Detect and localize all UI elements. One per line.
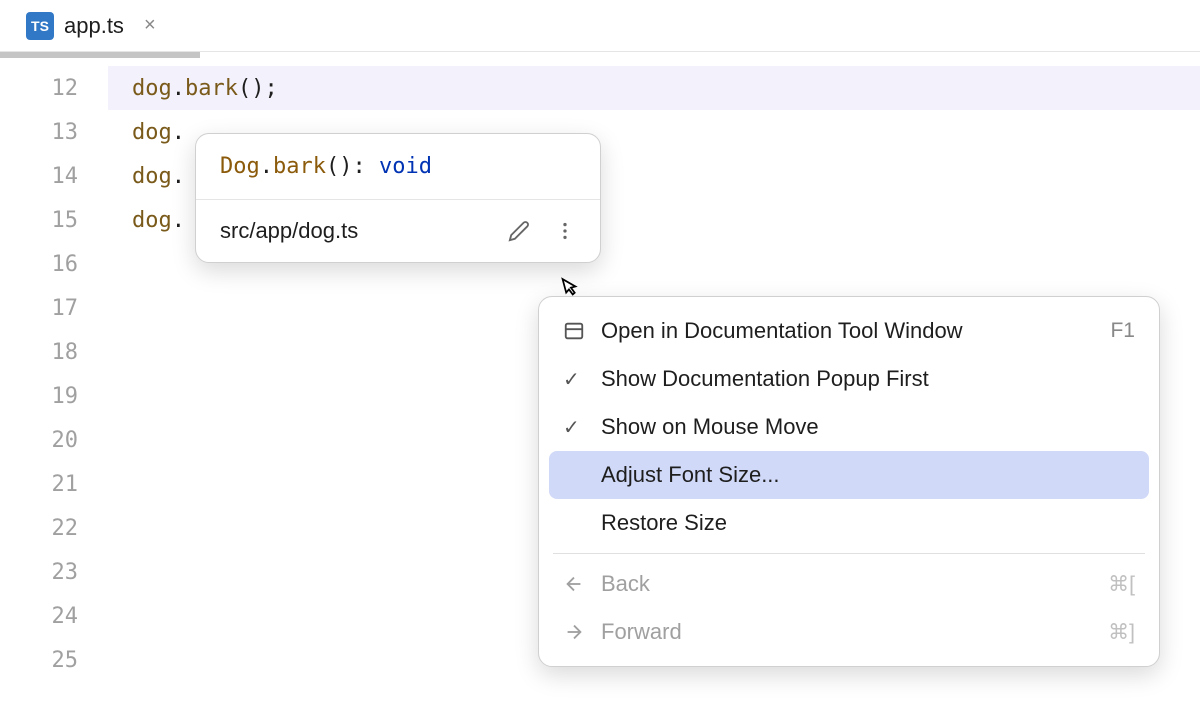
arrow-left-icon bbox=[563, 573, 601, 595]
arrow-right-icon bbox=[563, 621, 601, 643]
shortcut-label: ⌘[ bbox=[1108, 572, 1135, 597]
line-number: 20 bbox=[0, 418, 108, 462]
line-number: 18 bbox=[0, 330, 108, 374]
checkmark-icon: ✓ bbox=[563, 415, 601, 440]
documentation-footer: src/app/dog.ts bbox=[196, 200, 600, 262]
tool-window-icon bbox=[563, 320, 601, 342]
menu-item-show-on-mouse-move[interactable]: ✓ Show on Mouse Move bbox=[549, 403, 1149, 451]
tab-bar: TS app.ts × bbox=[0, 0, 1200, 52]
menu-item-restore-size[interactable]: Restore Size bbox=[549, 499, 1149, 547]
shortcut-label: F1 bbox=[1110, 319, 1135, 343]
editor-tab[interactable]: TS app.ts × bbox=[12, 0, 174, 51]
line-number: 12 bbox=[0, 66, 108, 110]
menu-item-back: Back ⌘[ bbox=[549, 560, 1149, 608]
checkmark-icon: ✓ bbox=[563, 367, 601, 392]
tab-filename: app.ts bbox=[64, 13, 124, 39]
line-number: 19 bbox=[0, 374, 108, 418]
documentation-source-path: src/app/dog.ts bbox=[220, 218, 358, 244]
line-number: 23 bbox=[0, 550, 108, 594]
kebab-more-icon[interactable] bbox=[554, 220, 576, 242]
line-number: 22 bbox=[0, 506, 108, 550]
menu-item-adjust-font-size[interactable]: Adjust Font Size... bbox=[549, 451, 1149, 499]
close-tab-icon[interactable]: × bbox=[140, 10, 160, 41]
context-menu: Open in Documentation Tool Window F1 ✓ S… bbox=[538, 296, 1160, 667]
menu-separator bbox=[553, 553, 1145, 554]
typescript-file-icon: TS bbox=[26, 12, 54, 40]
documentation-signature: Dog.bark(): void bbox=[196, 134, 600, 200]
code-line[interactable]: dog.bark(); bbox=[108, 66, 1200, 110]
line-number-gutter: 12 13 14 15 16 17 18 19 20 21 22 23 24 2… bbox=[0, 58, 108, 682]
menu-item-forward: Forward ⌘] bbox=[549, 608, 1149, 656]
line-number: 21 bbox=[0, 462, 108, 506]
documentation-popup: Dog.bark(): void src/app/dog.ts bbox=[195, 133, 601, 263]
pencil-edit-icon[interactable] bbox=[508, 220, 530, 242]
line-number: 24 bbox=[0, 594, 108, 638]
shortcut-label: ⌘] bbox=[1108, 620, 1135, 645]
line-number: 16 bbox=[0, 242, 108, 286]
menu-item-open-documentation-tool-window[interactable]: Open in Documentation Tool Window F1 bbox=[549, 307, 1149, 355]
line-number: 14 bbox=[0, 154, 108, 198]
line-number: 15 bbox=[0, 198, 108, 242]
line-number: 13 bbox=[0, 110, 108, 154]
line-number: 17 bbox=[0, 286, 108, 330]
menu-item-show-documentation-popup-first[interactable]: ✓ Show Documentation Popup First bbox=[549, 355, 1149, 403]
line-number: 25 bbox=[0, 638, 108, 682]
